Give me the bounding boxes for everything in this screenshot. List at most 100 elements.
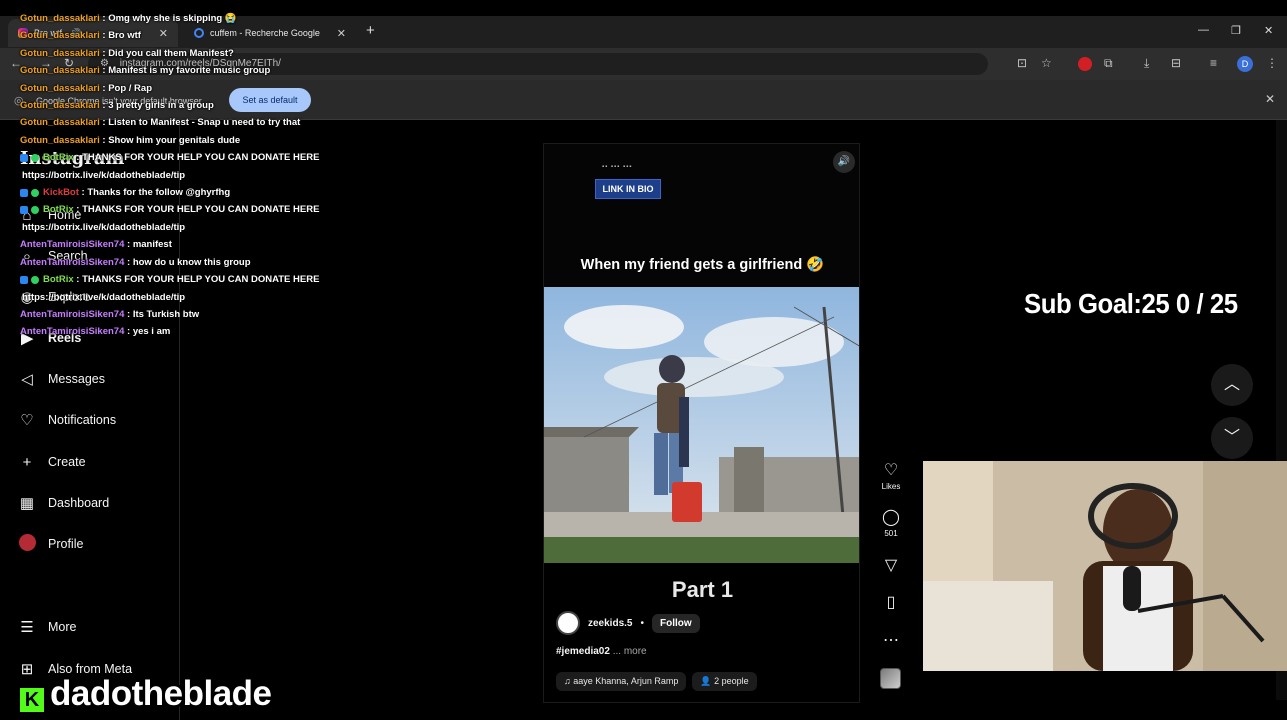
save-button[interactable]: ▯ <box>878 592 904 612</box>
sidebar-item-create[interactable]: + Create <box>18 450 86 474</box>
tagged-people-pill[interactable]: 👤 2 people <box>692 672 757 691</box>
bookmark-icon: ▯ <box>886 594 896 611</box>
menu-icon: ☰ <box>20 619 34 636</box>
chat-separator: : <box>99 134 109 146</box>
audio-thumbnail[interactable] <box>880 668 901 689</box>
chat-text: Show him your genitals dude <box>108 134 241 146</box>
verified-badge-icon <box>31 188 39 197</box>
chat-message: AntenTamiroisiSiken74 : yes i am <box>20 323 340 340</box>
chat-separator: : <box>99 100 109 112</box>
chat-username: BotRix <box>43 152 74 164</box>
chat-message: Gotun_dassaklari : Manifest is my favori… <box>20 62 340 79</box>
chat-text: THANKS FOR YOUR HELP YOU CAN DONATE HERE <box>82 274 320 286</box>
chat-text: Bro wtf <box>108 30 141 42</box>
tab-search-icon[interactable]: ⊟ <box>1171 56 1181 70</box>
heart-icon: ♡ <box>20 412 34 429</box>
chat-username: BotRix <box>43 204 74 216</box>
chat-username: Gotun_dassaklari <box>20 134 100 146</box>
sidebar-item-profile[interactable]: Profile <box>18 532 83 556</box>
webcam-image <box>923 461 1287 671</box>
chat-text: manifest <box>132 239 172 251</box>
person-icon: 👤 <box>700 676 715 686</box>
audio-pill[interactable]: ♫ aaye Khanna, Arjun Ramp <box>556 672 687 691</box>
chat-text: how do u know this group <box>132 256 251 268</box>
extensions-puzzle-icon[interactable]: ⧉ <box>1104 56 1113 71</box>
reel-video[interactable]: ▪▪ ▪▪▪ ▪▪▪ LINK IN BIO When my friend ge… <box>543 143 860 703</box>
bot-badge-icon <box>20 275 28 284</box>
chat-username: BotRix <box>43 274 74 286</box>
next-reel-button[interactable]: ﹀ <box>1211 417 1253 459</box>
chevron-up-icon: ︿ <box>1223 376 1240 393</box>
more-options-button[interactable]: ⋯ <box>878 630 904 650</box>
bookmark-star-icon[interactable]: ☆ <box>1041 56 1052 70</box>
chat-message: Gotun_dassaklari : Listen to Manifest - … <box>20 114 340 131</box>
follow-button[interactable]: Follow <box>652 613 700 633</box>
chat-text: Pop / Rap <box>108 82 152 94</box>
chat-message: AntenTamiroisiSiken74 : Its Turkish btw <box>20 306 340 323</box>
chat-separator: : <box>124 256 133 268</box>
chat-separator: : <box>99 82 109 94</box>
chat-username: Gotun_dassaklari <box>20 100 100 112</box>
infobar-close-icon[interactable]: ✕ <box>1265 92 1275 106</box>
restore-icon[interactable]: ❐ <box>1231 24 1241 37</box>
extension-icon[interactable] <box>1078 57 1092 71</box>
chat-message: BotRix : THANKS FOR YOUR HELP YOU CAN DO… <box>20 201 340 218</box>
chat-message: AntenTamiroisiSiken74 : manifest <box>20 236 340 253</box>
chat-text: 3 pretty girls in a group <box>108 100 214 112</box>
author-avatar[interactable] <box>556 611 580 635</box>
reel-header-area: ▪▪ ▪▪▪ ▪▪▪ LINK IN BIO When my friend ge… <box>544 144 859 287</box>
media-control-icon[interactable]: ≡ <box>1210 56 1217 70</box>
chat-username: Gotun_dassaklari <box>20 82 100 94</box>
sub-goal-overlay: Sub Goal:25 0 / 25 <box>1024 288 1238 319</box>
chevron-down-icon: ﹀ <box>1223 429 1240 446</box>
chat-separator: : <box>124 239 133 251</box>
new-tab-button[interactable]: + <box>366 22 375 39</box>
previous-reel-button[interactable]: ︿ <box>1211 364 1253 406</box>
sidebar-item-more[interactable]: ☰ More <box>18 615 76 639</box>
like-button[interactable]: ♡ Likes <box>878 460 904 491</box>
link-in-bio-badge: LINK IN BIO <box>595 179 661 199</box>
reel-video-frame <box>544 287 859 563</box>
chat-separator: : <box>124 326 133 338</box>
chat-username: Gotun_dassaklari <box>20 117 100 129</box>
sidebar-item-messages[interactable]: ◁ Messages <box>18 367 105 391</box>
chat-text: Its Turkish btw <box>132 308 200 320</box>
bot-badge-icon <box>20 188 28 197</box>
bot-badge-icon <box>20 153 28 162</box>
chat-message: Gotun_dassaklari : Show him your genital… <box>20 132 340 149</box>
webcam-feed <box>923 461 1287 671</box>
channel-name: dadotheblade <box>50 674 272 713</box>
sidebar-item-notifications[interactable]: ♡ Notifications <box>18 408 116 432</box>
chat-message: Gotun_dassaklari : Omg why she is skippi… <box>20 10 340 27</box>
chat-text: Manifest is my favorite music group <box>108 65 271 77</box>
reel-part-title: Part 1 <box>671 577 734 602</box>
reel-author-row: zeekids.5 • Follow <box>556 611 700 635</box>
chat-username: Gotun_dassaklari <box>20 13 100 24</box>
author-username[interactable]: zeekids.5 <box>588 618 632 629</box>
chat-separator: : <box>73 274 83 286</box>
browser-menu-icon[interactable]: ⋮ <box>1266 56 1278 70</box>
more-link[interactable]: ... more <box>613 646 647 657</box>
chat-message: Gotun_dassaklari : Pop / Rap <box>20 80 340 97</box>
sound-toggle-icon[interactable]: 🔊 <box>833 151 855 173</box>
minimize-icon[interactable]: — <box>1198 24 1209 36</box>
chat-text: Thanks for the follow @ghyrfhg <box>87 187 231 199</box>
profile-avatar[interactable]: D <box>1237 56 1253 72</box>
comment-icon: ◯ <box>882 509 900 526</box>
chat-separator: : <box>99 30 109 42</box>
comment-button[interactable]: ◯ 501 <box>878 507 904 538</box>
install-app-icon[interactable]: ⊡ <box>1017 56 1027 70</box>
hashtag-link[interactable]: #jemedia02 <box>556 646 610 657</box>
chat-text: Omg why she is skipping 😭 <box>108 13 237 24</box>
chat-username: Gotun_dassaklari <box>20 65 100 77</box>
share-button[interactable]: ▽ <box>878 555 904 575</box>
chat-separator: : <box>99 47 109 59</box>
chat-separator: : <box>99 65 109 77</box>
plus-icon: + <box>22 453 32 471</box>
chat-text: yes i am <box>132 326 171 338</box>
chat-username: AntenTamiroisiSiken74 <box>20 308 125 320</box>
download-icon[interactable]: ⤓ <box>1144 56 1149 71</box>
sidebar-item-dashboard[interactable]: ▦ Dashboard <box>18 491 109 515</box>
chat-username: AntenTamiroisiSiken74 <box>20 256 125 268</box>
close-window-icon[interactable]: ✕ <box>1264 24 1273 37</box>
